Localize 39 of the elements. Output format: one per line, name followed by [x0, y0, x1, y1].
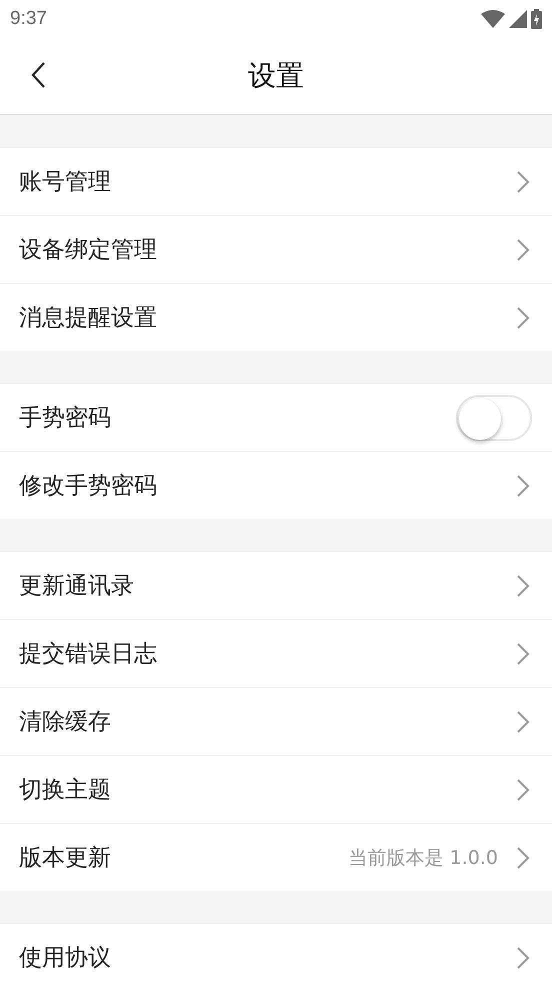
settings-row[interactable]: 消息提醒设置	[0, 284, 552, 351]
settings-row[interactable]: 设备绑定管理	[0, 216, 552, 284]
settings-row[interactable]: 账号管理	[0, 148, 552, 216]
row-label: 版本更新	[19, 844, 112, 873]
settings-row[interactable]: 版本更新 当前版本是 1.0.0	[0, 824, 552, 891]
row-label: 使用协议	[19, 944, 112, 973]
toggle-switch[interactable]	[456, 394, 532, 440]
chevron-right-icon	[516, 710, 530, 734]
settings-row[interactable]: 切换主题	[0, 756, 552, 824]
row-label: 提交错误日志	[19, 640, 158, 669]
settings-row[interactable]: 清除缓存	[0, 688, 552, 756]
chevron-right-icon	[516, 170, 530, 194]
chevron-right-icon	[516, 474, 530, 498]
battery-icon	[531, 9, 542, 29]
status-time: 9:37	[10, 8, 47, 30]
row-label: 清除缓存	[19, 708, 112, 737]
row-label: 设备绑定管理	[19, 236, 158, 265]
row-label: 手势密码	[19, 404, 112, 433]
chevron-right-icon	[516, 238, 530, 262]
settings-row[interactable]: 手势密码	[0, 384, 552, 452]
settings-row[interactable]: 修改手势密码	[0, 452, 552, 519]
settings-row[interactable]: 更新通讯录	[0, 552, 552, 620]
wifi-icon	[481, 10, 505, 28]
row-label: 账号管理	[19, 168, 112, 197]
page-title: 设置	[248, 58, 304, 94]
row-label: 消息提醒设置	[19, 304, 158, 333]
chevron-right-icon	[516, 642, 530, 666]
version-text: 当前版本是 1.0.0	[348, 846, 498, 870]
chevron-right-icon	[516, 306, 530, 330]
chevron-right-icon	[516, 574, 530, 598]
row-label: 更新通讯录	[19, 572, 135, 601]
row-label: 修改手势密码	[19, 472, 158, 501]
row-label: 切换主题	[19, 776, 112, 805]
signal-icon	[509, 10, 527, 28]
settings-row[interactable]: 使用协议	[0, 924, 552, 983]
settings-row[interactable]: 提交错误日志	[0, 620, 552, 688]
chevron-right-icon	[516, 946, 530, 970]
chevron-right-icon	[516, 846, 530, 870]
chevron-right-icon	[516, 778, 530, 802]
